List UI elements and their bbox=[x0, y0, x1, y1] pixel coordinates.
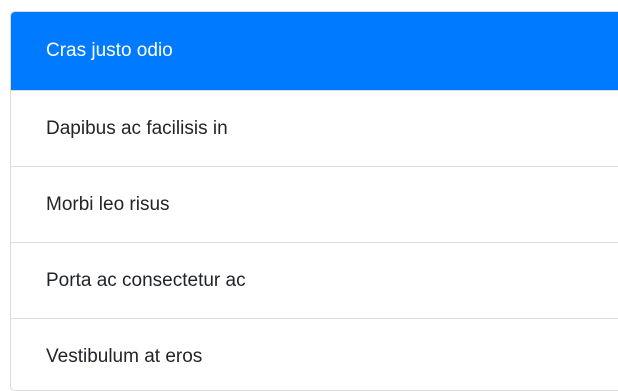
list-item-active[interactable]: Cras justo odio bbox=[11, 12, 618, 90]
list-item-label: Morbi leo risus bbox=[46, 193, 170, 215]
list-item[interactable]: Porta ac consectetur ac bbox=[11, 242, 618, 318]
list-item[interactable]: Vestibulum at eros bbox=[11, 318, 618, 390]
list-item-label: Porta ac consectetur ac bbox=[46, 269, 246, 291]
list-group: Cras justo odio Dapibus ac facilisis in … bbox=[10, 11, 618, 391]
list-item-label: Dapibus ac facilisis in bbox=[46, 117, 228, 139]
list-item[interactable]: Morbi leo risus bbox=[11, 166, 618, 242]
list-item-label: Cras justo odio bbox=[46, 40, 173, 61]
list-item-label: Vestibulum at eros bbox=[46, 345, 203, 367]
list-item[interactable]: Dapibus ac facilisis in bbox=[11, 90, 618, 166]
